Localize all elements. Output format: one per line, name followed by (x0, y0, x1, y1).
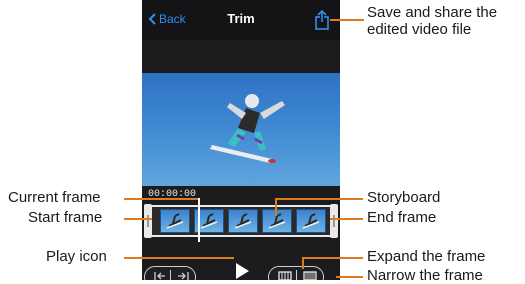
segment-divider (296, 270, 297, 280)
current-frame-leader (124, 198, 198, 200)
callout-save-share-line1: Save and share the (367, 4, 498, 21)
narrow-frame-leader (336, 276, 363, 278)
storyboard-frame[interactable] (228, 209, 258, 233)
expand-frame-leader (302, 257, 363, 259)
callout-play-icon: Play icon (46, 248, 107, 265)
callout-start-frame: Start frame (28, 209, 103, 226)
storyboard-frame[interactable] (262, 209, 292, 233)
expand-frame-leader-drop (302, 257, 304, 269)
nav-bar: Back Trim (142, 0, 340, 40)
frame-thumbnail (302, 213, 320, 229)
frame-thumbnail (234, 213, 252, 229)
callout-current-frame: Current frame (8, 189, 101, 206)
share-button[interactable] (313, 9, 331, 30)
frame-thumbnail (268, 213, 286, 229)
current-frame-cursor[interactable] (198, 198, 200, 242)
callout-narrow-frame: Narrow the frame (367, 267, 483, 284)
start-frame-handle[interactable] (144, 204, 152, 238)
video-preview[interactable] (142, 73, 340, 186)
trim-screen: Back Trim 00:00:00 (142, 0, 340, 280)
trim-left-icon (154, 272, 165, 280)
callout-storyboard: Storyboard (367, 189, 441, 206)
frame-thumbnail (166, 213, 184, 229)
start-frame-leader (124, 218, 152, 220)
segment-divider (170, 270, 171, 280)
trim-toggle-group[interactable] (144, 266, 196, 280)
storyboard-frame[interactable] (296, 209, 326, 233)
storyboard-leader (275, 198, 363, 200)
callout-end-frame: End frame (367, 209, 437, 226)
storyboard-leader-drop (275, 198, 277, 216)
play-icon[interactable] (234, 262, 250, 280)
save-share-leader (330, 19, 364, 21)
frame-zoom-group[interactable] (268, 266, 324, 280)
play-icon-leader (124, 257, 234, 259)
share-icon (315, 9, 329, 30)
storyboard-frame[interactable] (160, 209, 190, 233)
end-frame-leader (330, 218, 363, 220)
trim-right-icon (178, 272, 189, 280)
narrow-frame-icon[interactable] (303, 270, 317, 280)
video-top-margin (142, 40, 340, 73)
storyboard[interactable] (144, 204, 338, 238)
expand-frame-icon[interactable] (278, 270, 292, 280)
snowboarder-image (210, 94, 285, 163)
page-title: Trim (227, 11, 255, 26)
end-frame-handle[interactable] (330, 204, 338, 238)
callout-save-share-line2: edited video file (367, 21, 472, 38)
callout-expand-frame: Expand the frame (367, 248, 486, 265)
